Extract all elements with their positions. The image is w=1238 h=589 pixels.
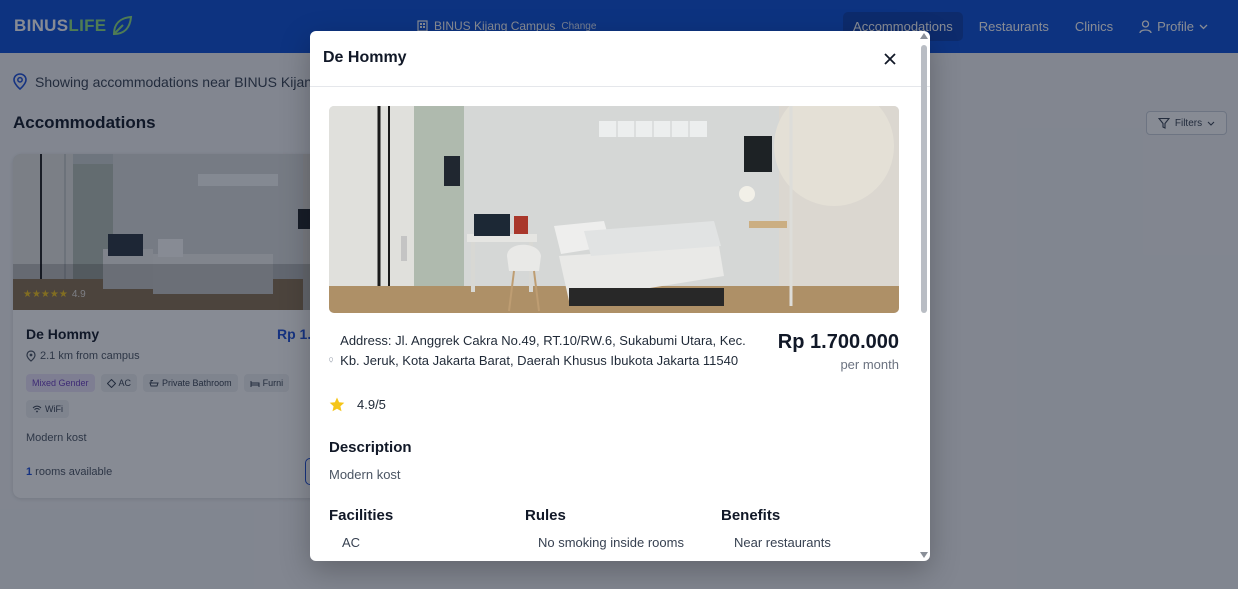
price-value: Rp 1.700.000 bbox=[777, 331, 899, 353]
address-block: Address: Jl. Anggrek Cakra No.49, RT.10/… bbox=[329, 331, 759, 370]
scroll-up-arrow-icon[interactable] bbox=[920, 33, 928, 39]
benefit-item: Near restaurants bbox=[734, 535, 831, 550]
accommodation-detail-modal: De Hommy Address: Jl. Anggrek Cakra No.4… bbox=[310, 31, 930, 561]
close-button[interactable] bbox=[879, 48, 901, 70]
rule-item: No smoking inside rooms bbox=[538, 535, 684, 550]
star-icon bbox=[329, 397, 345, 412]
rules-heading: Rules bbox=[525, 507, 566, 524]
description-heading: Description bbox=[329, 439, 412, 456]
scroll-down-arrow-icon[interactable] bbox=[920, 552, 928, 558]
rating-row: 4.9/5 bbox=[329, 397, 386, 412]
description-text: Modern kost bbox=[329, 467, 401, 482]
map-pin-icon bbox=[329, 357, 334, 363]
modal-scrollbar[interactable] bbox=[918, 31, 930, 561]
modal-header: De Hommy bbox=[310, 31, 930, 87]
price-block: Rp 1.700.000 per month bbox=[778, 331, 899, 372]
rating-value: 4.9/5 bbox=[357, 397, 386, 412]
scrollbar-thumb[interactable] bbox=[921, 45, 927, 313]
facility-item: AC bbox=[342, 535, 361, 550]
close-icon bbox=[884, 53, 896, 65]
modal-title: De Hommy bbox=[323, 49, 407, 66]
accommodation-photo-large bbox=[329, 106, 899, 313]
price-period: per month bbox=[840, 357, 899, 372]
facilities-heading: Facilities bbox=[329, 507, 394, 524]
address-text: Address: Jl. Anggrek Cakra No.49, RT.10/… bbox=[340, 333, 746, 368]
benefits-heading: Benefits bbox=[721, 507, 781, 524]
